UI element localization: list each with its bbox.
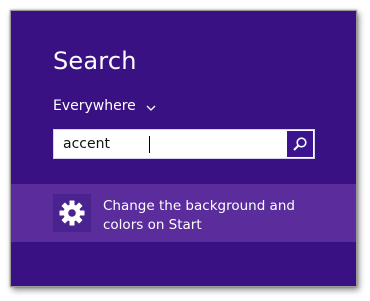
search-button[interactable]: [287, 131, 313, 157]
search-icon: [292, 136, 308, 152]
search-result-item[interactable]: Change the background and colors on Star…: [11, 184, 356, 242]
scope-label: Everywhere: [53, 98, 136, 114]
chevron-down-icon: [146, 101, 156, 111]
result-icon-tile: [53, 194, 91, 232]
search-box: [53, 129, 315, 159]
result-label: Change the background and colors on Star…: [103, 197, 343, 235]
result-label-line1: Change the background and: [103, 198, 295, 214]
pane-title: Search: [53, 47, 137, 75]
scope-dropdown[interactable]: Everywhere: [53, 96, 156, 116]
gear-icon: [58, 199, 86, 227]
search-pane: Search Everywhere accent Change the back…: [10, 10, 357, 287]
text-caret: [149, 136, 150, 153]
search-input[interactable]: [54, 131, 287, 157]
result-label-line2: colors on Start: [103, 217, 202, 233]
